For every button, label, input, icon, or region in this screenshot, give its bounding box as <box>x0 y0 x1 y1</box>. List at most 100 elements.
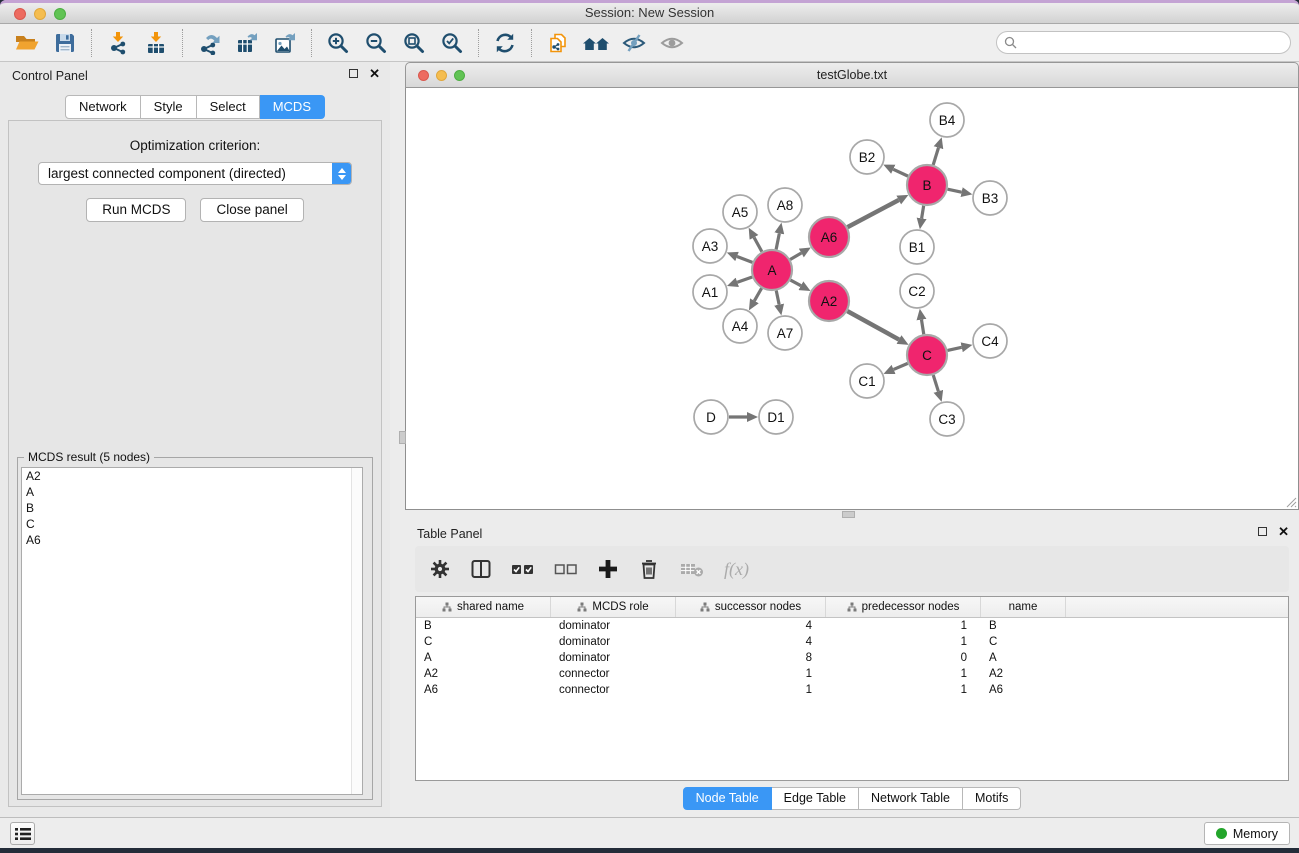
graph-node-A2[interactable]: A2 <box>809 281 849 321</box>
table-cell[interactable]: 4 <box>676 618 826 634</box>
table-cell[interactable]: A2 <box>981 666 1066 682</box>
splitter-handle-left[interactable] <box>399 431 406 444</box>
table-cell[interactable]: 1 <box>826 682 981 698</box>
tab-network-table[interactable]: Network Table <box>859 787 963 810</box>
task-history-button[interactable] <box>10 822 35 845</box>
table-cell[interactable]: dominator <box>551 618 676 634</box>
deselect-all-button[interactable] <box>554 558 578 580</box>
network-canvas[interactable]: B4B2BB3B1A5A8A6A3AA1A2A4A7C2C4CC1C3DD1 <box>405 88 1299 510</box>
graph-node-A5[interactable]: A5 <box>723 195 757 229</box>
table-cell[interactable]: dominator <box>551 634 676 650</box>
table-row[interactable]: A2connector11A2 <box>416 666 1288 682</box>
select-all-button[interactable] <box>511 558 535 580</box>
memory-button[interactable]: Memory <box>1204 822 1290 845</box>
float-panel-icon[interactable] <box>349 69 358 78</box>
graph-node-C4[interactable]: C4 <box>973 324 1007 358</box>
export-network-button[interactable] <box>190 27 228 59</box>
graph-node-B2[interactable]: B2 <box>850 140 884 174</box>
result-list-item[interactable]: A <box>22 484 362 500</box>
splitter-handle-bottom[interactable] <box>842 511 855 518</box>
resize-grip[interactable] <box>1284 495 1297 508</box>
delete-table-button[interactable] <box>679 558 705 580</box>
first-neighbors-button[interactable] <box>577 27 615 59</box>
column-header-shared-name[interactable]: shared name <box>416 597 551 617</box>
table-cell[interactable]: 0 <box>826 650 981 666</box>
zoom-fit-button[interactable] <box>395 27 433 59</box>
criterion-dropdown[interactable]: largest connected component (directed) <box>38 162 352 185</box>
zoom-window-button[interactable] <box>54 8 66 20</box>
table-cell[interactable]: C <box>981 634 1066 650</box>
show-all-button[interactable] <box>653 27 691 59</box>
result-list-item[interactable]: B <box>22 500 362 516</box>
close-panel-icon[interactable]: ✕ <box>369 68 380 79</box>
zoom-out-button[interactable] <box>357 27 395 59</box>
table-cell[interactable]: A6 <box>416 682 551 698</box>
table-cell[interactable]: 1 <box>826 634 981 650</box>
table-cell[interactable]: C <box>416 634 551 650</box>
graph-node-A1[interactable]: A1 <box>693 275 727 309</box>
tab-motifs[interactable]: Motifs <box>963 787 1021 810</box>
zoom-network-button[interactable] <box>454 70 465 81</box>
graph-node-A[interactable]: A <box>752 250 792 290</box>
graph-node-A4[interactable]: A4 <box>723 309 757 343</box>
save-session-button[interactable] <box>46 27 84 59</box>
graph-node-C[interactable]: C <box>907 335 947 375</box>
function-builder-button[interactable]: f(x) <box>724 559 749 580</box>
close-panel-button[interactable]: Close panel <box>200 198 303 222</box>
table-cell[interactable]: 8 <box>676 650 826 666</box>
table-cell[interactable]: connector <box>551 666 676 682</box>
column-header-mcds-role[interactable]: MCDS role <box>551 597 676 617</box>
table-settings-button[interactable] <box>429 558 451 580</box>
duplicate-network-button[interactable] <box>539 27 577 59</box>
result-list-item[interactable]: A6 <box>22 532 362 548</box>
graph-node-B[interactable]: B <box>907 165 947 205</box>
result-list-item[interactable]: C <box>22 516 362 532</box>
result-list-scrollbar[interactable] <box>351 468 362 794</box>
table-row[interactable]: Bdominator41B <box>416 618 1288 634</box>
export-table-button[interactable] <box>228 27 266 59</box>
close-network-button[interactable] <box>418 70 429 81</box>
graph-node-C3[interactable]: C3 <box>930 402 964 436</box>
table-cell[interactable]: 1 <box>826 666 981 682</box>
column-header-predecessor-nodes[interactable]: predecessor nodes <box>826 597 981 617</box>
graph-node-C2[interactable]: C2 <box>900 274 934 308</box>
column-header-name[interactable]: name <box>981 597 1066 617</box>
tab-style[interactable]: Style <box>141 95 197 119</box>
import-network-button[interactable] <box>99 27 137 59</box>
hide-selected-button[interactable] <box>615 27 653 59</box>
table-cell[interactable]: 1 <box>676 682 826 698</box>
float-panel-icon[interactable] <box>1258 527 1267 536</box>
delete-column-button[interactable] <box>638 558 660 580</box>
table-row[interactable]: A6connector11A6 <box>416 682 1288 698</box>
graph-node-B1[interactable]: B1 <box>900 230 934 264</box>
table-cell[interactable]: 4 <box>676 634 826 650</box>
minimize-window-button[interactable] <box>34 8 46 20</box>
table-cell[interactable]: 1 <box>676 666 826 682</box>
graph-node-A8[interactable]: A8 <box>768 188 802 222</box>
table-cell[interactable]: 1 <box>826 618 981 634</box>
tab-edge-table[interactable]: Edge Table <box>772 787 859 810</box>
graph-node-A7[interactable]: A7 <box>768 316 802 350</box>
column-header-successor-nodes[interactable]: successor nodes <box>676 597 826 617</box>
close-panel-icon[interactable]: ✕ <box>1278 526 1289 537</box>
table-cell[interactable]: A2 <box>416 666 551 682</box>
graph-node-A3[interactable]: A3 <box>693 229 727 263</box>
zoom-selected-button[interactable] <box>433 27 471 59</box>
graph-node-B4[interactable]: B4 <box>930 103 964 137</box>
result-list-item[interactable]: A2 <box>22 468 362 484</box>
open-file-button[interactable] <box>8 27 46 59</box>
add-column-button[interactable] <box>597 558 619 580</box>
import-table-button[interactable] <box>137 27 175 59</box>
zoom-in-button[interactable] <box>319 27 357 59</box>
table-cell[interactable]: dominator <box>551 650 676 666</box>
graph-node-B3[interactable]: B3 <box>973 181 1007 215</box>
table-cell[interactable]: B <box>981 618 1066 634</box>
search-input[interactable] <box>1021 34 1290 52</box>
table-row[interactable]: Adominator80A <box>416 650 1288 666</box>
graph-node-D[interactable]: D <box>694 400 728 434</box>
export-image-button[interactable] <box>266 27 304 59</box>
tab-node-table[interactable]: Node Table <box>683 787 772 810</box>
run-mcds-button[interactable]: Run MCDS <box>86 198 186 222</box>
tab-mcds[interactable]: MCDS <box>260 95 325 119</box>
close-window-button[interactable] <box>14 8 26 20</box>
